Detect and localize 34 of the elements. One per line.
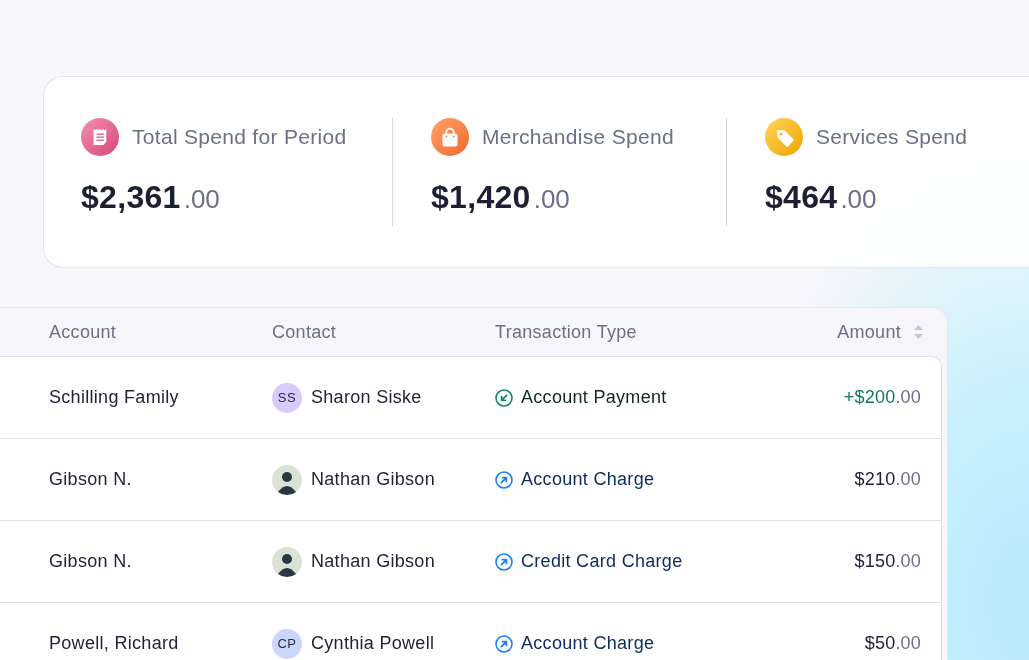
initials-avatar: CP [272, 628, 302, 659]
column-header: Account [49, 321, 117, 343]
account-name: Gibson N. [49, 551, 132, 572]
transaction-type: Account Charge [521, 633, 655, 654]
user-silhouette-icon [272, 464, 302, 495]
amount-value: $150.00 [854, 551, 921, 572]
stat-label: Merchandise Spend [482, 125, 674, 149]
account-name: Powell, Richard [49, 633, 179, 654]
column-header: Amount [837, 321, 901, 343]
stat-label: Services Spend [816, 125, 968, 149]
amount-value: +$200.00 [843, 387, 921, 408]
amount-value: $50.00 [864, 633, 921, 654]
sort-icon[interactable] [914, 325, 923, 339]
initials-avatar: SS [272, 382, 302, 413]
user-silhouette-icon [272, 546, 302, 577]
stat-amount: $2,361.00 [81, 178, 220, 217]
contact-name: Nathan Gibson [311, 551, 435, 572]
contact-name: Nathan Gibson [311, 469, 435, 490]
stat-label: Total Spend for Period [132, 125, 347, 149]
receipt-icon [81, 118, 119, 156]
stat-amount: $464.00 [765, 178, 877, 217]
contact-name: Sharon Siske [311, 387, 422, 408]
transaction-type: Account Charge [521, 469, 655, 490]
amount-value: $210.00 [854, 469, 921, 490]
shopping-bag-icon [431, 118, 469, 156]
price-tag-icon [765, 118, 803, 156]
contact-name: Cynthia Powell [311, 633, 435, 654]
column-header: Transaction Type [495, 321, 637, 343]
account-name: Gibson N. [49, 469, 132, 490]
column-header: Contact [272, 321, 337, 343]
transaction-type: Credit Card Charge [521, 551, 683, 572]
account-name: Schilling Family [49, 387, 179, 408]
stat-amount: $1,420.00 [431, 178, 570, 217]
transaction-type: Account Payment [521, 387, 667, 408]
